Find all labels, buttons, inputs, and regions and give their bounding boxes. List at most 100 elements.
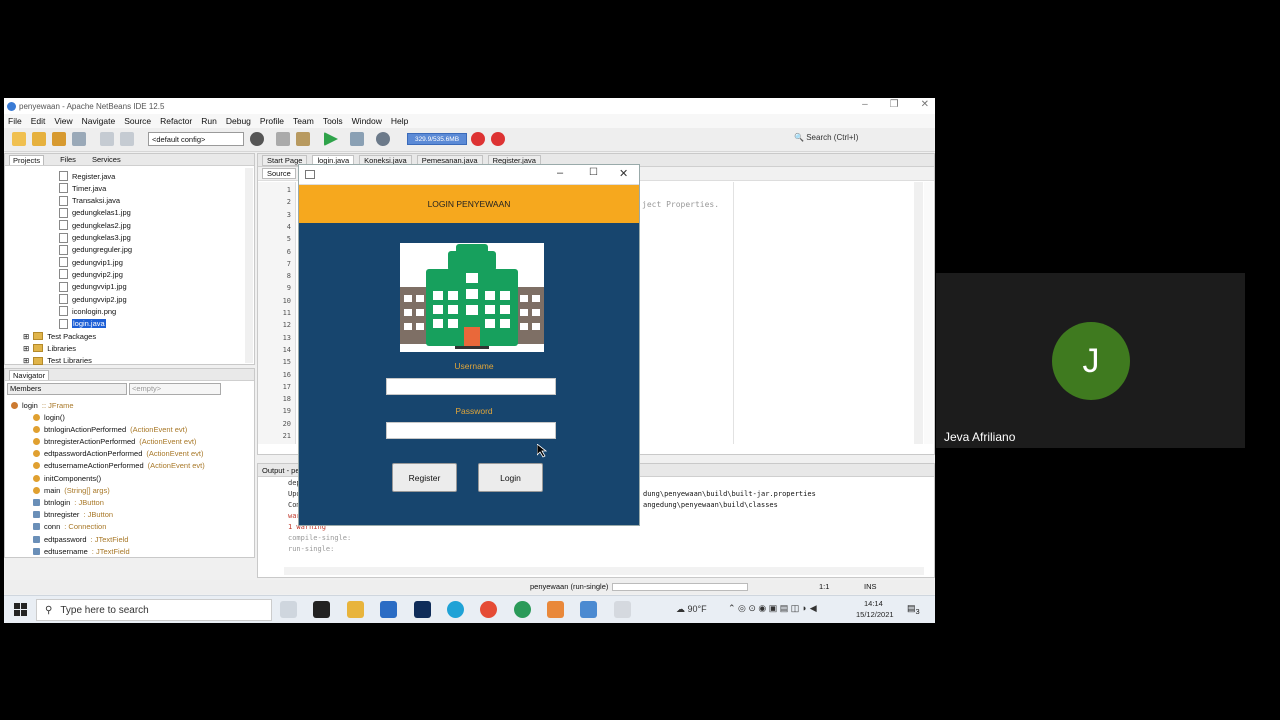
menu-file[interactable]: File	[8, 116, 22, 126]
notification-icon[interactable]: ▤3	[907, 603, 920, 616]
open-project-icon[interactable]	[52, 132, 66, 146]
file-item[interactable]: gedungvvip1.jpg	[59, 281, 127, 293]
expand-icon[interactable]: ⊞	[23, 332, 29, 341]
chrome-icon[interactable]	[480, 601, 497, 618]
photoshop-icon[interactable]	[414, 601, 431, 618]
member-item[interactable]: login()	[33, 411, 69, 423]
member-item[interactable]: btnregister : JButton	[33, 509, 113, 521]
code-text[interactable]: ject Properties.	[642, 200, 719, 209]
menu-help[interactable]: Help	[391, 116, 408, 126]
nav-root[interactable]: login :: JFrame	[11, 399, 74, 411]
debug-icon[interactable]	[350, 132, 364, 146]
memory-indicator[interactable]: 329.9/535.6MB	[407, 133, 467, 145]
windows-start-icon[interactable]	[14, 603, 27, 616]
java-app-icon[interactable]	[614, 601, 631, 618]
file-item[interactable]: gedungkelas1.jpg	[59, 207, 131, 219]
file-item[interactable]: Timer.java	[59, 182, 106, 194]
mail-icon[interactable]	[380, 601, 397, 618]
menu-run[interactable]: Run	[201, 116, 217, 126]
projects-scrollbar[interactable]	[245, 168, 253, 363]
undo-icon[interactable]	[100, 132, 114, 146]
clock-time[interactable]: 14:14	[864, 599, 883, 608]
clock-date[interactable]: 15/12/2021	[856, 610, 894, 619]
file-explorer-icon[interactable]	[347, 601, 364, 618]
folder-item[interactable]: ⊞ Test Packages	[23, 330, 96, 342]
edge-icon[interactable]	[447, 601, 464, 618]
file-item[interactable]: gedungreguler.jpg	[59, 244, 132, 256]
zoom-app-icon[interactable]	[313, 601, 330, 618]
folder-item[interactable]: ⊞ Test Libraries	[23, 355, 92, 367]
clean-build-icon[interactable]	[296, 132, 310, 146]
menu-team[interactable]: Team	[293, 116, 314, 126]
login-button[interactable]: Login	[478, 463, 543, 492]
file-item[interactable]: gedungkelas3.jpg	[59, 232, 131, 244]
menu-view[interactable]: View	[54, 116, 72, 126]
output-scrollbar[interactable]	[284, 567, 924, 575]
member-item[interactable]: initComponents()	[33, 472, 105, 484]
file-item[interactable]: gedungvip2.jpg	[59, 268, 123, 280]
redo-icon[interactable]	[120, 132, 134, 146]
member-item[interactable]: edtpasswordActionPerformed (ActionEvent e…	[33, 448, 204, 460]
editor-scrollbar[interactable]	[914, 182, 923, 444]
file-item[interactable]: Register.java	[59, 170, 115, 182]
member-item[interactable]: btnlogin : JButton	[33, 496, 104, 508]
taskbar-search[interactable]: ⚲ Type here to search	[36, 599, 272, 621]
member-item[interactable]: main (String[] args)	[33, 484, 110, 496]
config-select[interactable]: <default config>	[148, 132, 244, 146]
member-item[interactable]: edtpassword : JTextField	[33, 533, 128, 545]
expand-icon[interactable]: ⊞	[23, 344, 29, 353]
minimize-icon[interactable]: –	[557, 167, 563, 179]
tab-services[interactable]: Services	[92, 155, 121, 164]
menu-tools[interactable]: Tools	[323, 116, 343, 126]
tray-icons[interactable]: ⌃ ◎ ⊙ ◉ ▣ ▤ ◫ ◗ ◀	[728, 603, 817, 614]
file-item[interactable]: gedungkelas2.jpg	[59, 219, 131, 231]
menu-navigate[interactable]: Navigate	[82, 116, 116, 126]
build-icon[interactable]	[276, 132, 290, 146]
xampp-icon[interactable]	[547, 601, 564, 618]
menu-edit[interactable]: Edit	[31, 116, 46, 126]
file-item[interactable]: login.java	[59, 318, 106, 330]
member-item[interactable]: btnloginActionPerformed (ActionEvent evt)	[33, 423, 187, 435]
tab-files[interactable]: Files	[60, 155, 76, 164]
member-item[interactable]: edtusernameActionPerformed (ActionEvent e…	[33, 460, 205, 472]
run-icon[interactable]	[324, 132, 338, 146]
expand-icon[interactable]: ⊞	[23, 356, 29, 365]
tab-projects[interactable]: Projects	[9, 154, 45, 165]
file-item[interactable]: gedungvip1.jpg	[59, 256, 123, 268]
menu-window[interactable]: Window	[352, 116, 382, 126]
maximize-icon[interactable]: ☐	[589, 167, 598, 178]
profile-icon[interactable]	[376, 132, 390, 146]
menu-source[interactable]: Source	[124, 116, 151, 126]
filter-empty[interactable]: <empty>	[129, 383, 221, 395]
file-item[interactable]: Transaksi.java	[59, 195, 120, 207]
folder-item[interactable]: ⊞ Libraries	[23, 342, 76, 354]
gc-icon[interactable]	[471, 132, 485, 146]
file-item[interactable]: gedungvvip2.jpg	[59, 293, 127, 305]
ide-search[interactable]: 🔍 Search (Ctrl+I)	[794, 133, 858, 142]
member-item[interactable]: edtusername : JTextField	[33, 545, 130, 557]
close-icon[interactable]: ✕	[619, 167, 628, 180]
weather[interactable]: ☁ 90°F	[676, 604, 707, 615]
close-icon[interactable]: ✕	[921, 99, 929, 110]
profile-ide-icon[interactable]	[491, 132, 505, 146]
globe-icon[interactable]	[250, 132, 264, 146]
file-item[interactable]: iconlogin.png	[59, 305, 116, 317]
member-item[interactable]: conn : Connection	[33, 521, 106, 533]
task-view-icon[interactable]	[280, 601, 297, 618]
username-input[interactable]	[386, 378, 556, 395]
new-file-icon[interactable]	[12, 132, 26, 146]
maximize-icon[interactable]: ❐	[890, 99, 899, 110]
new-project-icon[interactable]	[32, 132, 46, 146]
save-all-icon[interactable]	[72, 132, 86, 146]
member-item[interactable]: btnregisterActionPerformed (ActionEvent e…	[33, 435, 196, 447]
menu-profile[interactable]: Profile	[260, 116, 284, 126]
register-button[interactable]: Register	[392, 463, 457, 492]
members-filter[interactable]: Members	[7, 383, 127, 395]
chrome-alt-icon[interactable]	[514, 601, 531, 618]
menu-debug[interactable]: Debug	[226, 116, 251, 126]
netbeans-icon[interactable]	[580, 601, 597, 618]
source-tab[interactable]: Source	[262, 168, 296, 179]
password-input[interactable]	[386, 422, 556, 439]
menu-refactor[interactable]: Refactor	[160, 116, 192, 126]
minimize-icon[interactable]: –	[862, 99, 868, 110]
